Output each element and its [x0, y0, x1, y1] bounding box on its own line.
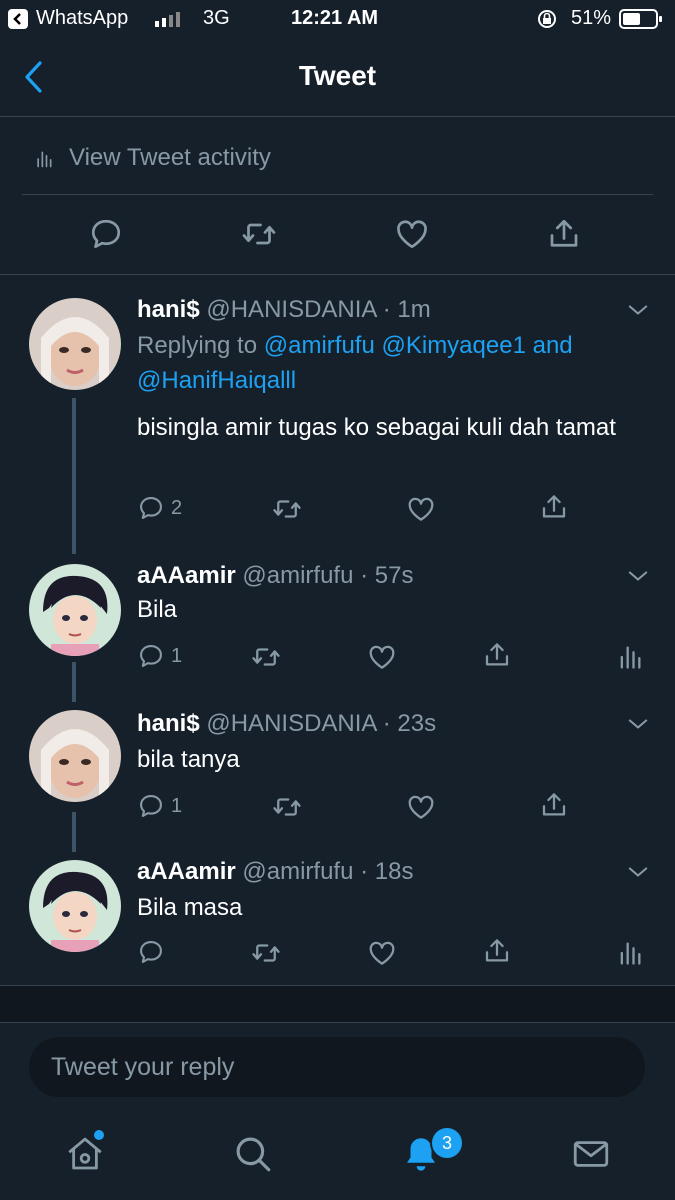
replying-to-label: Replying to — [137, 332, 264, 359]
retweet-icon[interactable] — [272, 494, 302, 530]
mention-link[interactable]: @amirfufu — [264, 332, 375, 359]
share-icon[interactable] — [539, 492, 569, 528]
battery-icon — [619, 9, 663, 35]
like-icon[interactable] — [394, 216, 430, 257]
like-icon[interactable] — [367, 938, 397, 974]
display-name[interactable]: aAAamir — [137, 562, 236, 589]
back-app-label[interactable]: WhatsApp — [36, 7, 128, 30]
nav-bar: Tweet — [0, 38, 675, 117]
reply-icon[interactable] — [137, 792, 165, 826]
tweet-header: hani$ @HANISDANIA · 1m — [137, 296, 431, 323]
main-tweet-actions — [0, 196, 675, 275]
avatar[interactable] — [29, 298, 121, 390]
avatar[interactable] — [29, 710, 121, 802]
user-handle[interactable]: @HANISDANIA — [206, 710, 376, 737]
tweet-time: 57s — [374, 562, 414, 589]
tweet-time: 18s — [374, 858, 414, 885]
chevron-down-icon[interactable] — [624, 858, 652, 891]
like-icon[interactable] — [406, 494, 436, 530]
activity-label: View Tweet activity — [69, 144, 271, 171]
chevron-down-icon[interactable] — [624, 710, 652, 743]
user-handle[interactable]: @amirfufu — [242, 562, 353, 589]
mention-link[interactable]: @HanifHaiqalll — [137, 367, 296, 394]
search-icon[interactable] — [232, 1133, 274, 1180]
signal-icon — [155, 10, 187, 33]
display-name[interactable]: hani$ — [137, 710, 200, 737]
reply-count: 1 — [171, 795, 183, 817]
reply-placeholder: Tweet your reply — [51, 1053, 235, 1081]
tweet[interactable]: hani$ @HANISDANIA · 1m Replying to @amir… — [0, 276, 675, 556]
chevron-down-icon[interactable] — [624, 296, 652, 329]
user-handle[interactable]: @amirfufu — [242, 858, 353, 885]
network-type: 3G — [203, 7, 230, 29]
status-bar: WhatsApp 3G 12:21 AM 51% — [0, 0, 675, 38]
share-icon[interactable] — [546, 216, 582, 257]
like-icon[interactable] — [367, 642, 397, 678]
tweet[interactable]: aAAamir @amirfufu · 18s Bila masa — [0, 854, 675, 984]
reply-icon[interactable] — [88, 216, 124, 257]
orientation-lock-icon — [536, 8, 558, 36]
tweet-time: 1m — [397, 296, 431, 323]
share-icon[interactable] — [482, 936, 512, 972]
chevron-down-icon[interactable] — [624, 562, 652, 595]
display-name[interactable]: hani$ — [137, 296, 200, 323]
avatar[interactable] — [29, 564, 121, 656]
tweet[interactable]: hani$ @HANISDANIA · 23s bila tanya 1 — [0, 706, 675, 854]
retweet-icon[interactable] — [272, 792, 302, 828]
mention-link[interactable]: @Kimyaqee1 — [381, 332, 525, 359]
clock: 12:21 AM — [291, 7, 379, 29]
bar-chart-icon — [34, 148, 54, 177]
reply-icon[interactable] — [137, 938, 165, 972]
display-name[interactable]: aAAamir — [137, 858, 236, 885]
back-to-app-icon[interactable] — [8, 9, 28, 29]
and-label: and — [525, 332, 573, 359]
retweet-icon[interactable] — [241, 216, 277, 257]
tab-bar — [0, 1105, 675, 1200]
bar-chart-icon[interactable] — [616, 642, 644, 678]
tweet-header: aAAamir @amirfufu · 57s — [137, 562, 414, 589]
page-title: Tweet — [298, 60, 377, 91]
retweet-icon[interactable] — [251, 938, 281, 974]
home-icon[interactable] — [64, 1133, 106, 1180]
reply-context: Replying to @amirfufu @Kimyaqee1 and @Ha… — [137, 328, 637, 398]
home-unread-dot — [94, 1130, 104, 1140]
reply-icon[interactable] — [137, 642, 165, 676]
tweet-header: hani$ @HANISDANIA · 23s — [137, 710, 437, 737]
tweet-text: Bila masa — [137, 894, 243, 921]
tweet-text: bila tanya — [137, 746, 240, 773]
separator — [0, 985, 675, 1023]
retweet-icon[interactable] — [251, 642, 281, 678]
tweet[interactable]: aAAamir @amirfufu · 57s Bila 1 — [0, 556, 675, 706]
tweet-text: Bila — [137, 596, 178, 623]
like-icon[interactable] — [406, 792, 436, 828]
user-handle[interactable]: @HANISDANIA — [206, 296, 376, 323]
battery-percent: 51% — [571, 7, 612, 29]
tweet-time: 23s — [397, 710, 437, 737]
tweet-header: aAAamir @amirfufu · 18s — [137, 858, 414, 885]
mail-icon[interactable] — [570, 1133, 612, 1180]
reply-input[interactable]: Tweet your reply — [29, 1037, 645, 1097]
view-tweet-activity[interactable]: View Tweet activity — [22, 118, 653, 195]
reply-count: 1 — [171, 645, 183, 667]
share-icon[interactable] — [539, 790, 569, 826]
reply-icon[interactable] — [137, 494, 165, 528]
avatar[interactable] — [29, 860, 121, 952]
share-icon[interactable] — [482, 640, 512, 676]
tweet-text: bisingla amir tugas ko sebagai kuli dah … — [137, 414, 616, 441]
reply-count: 2 — [171, 497, 183, 519]
notifications-badge: 3 — [430, 1126, 464, 1160]
bar-chart-icon[interactable] — [616, 938, 644, 974]
